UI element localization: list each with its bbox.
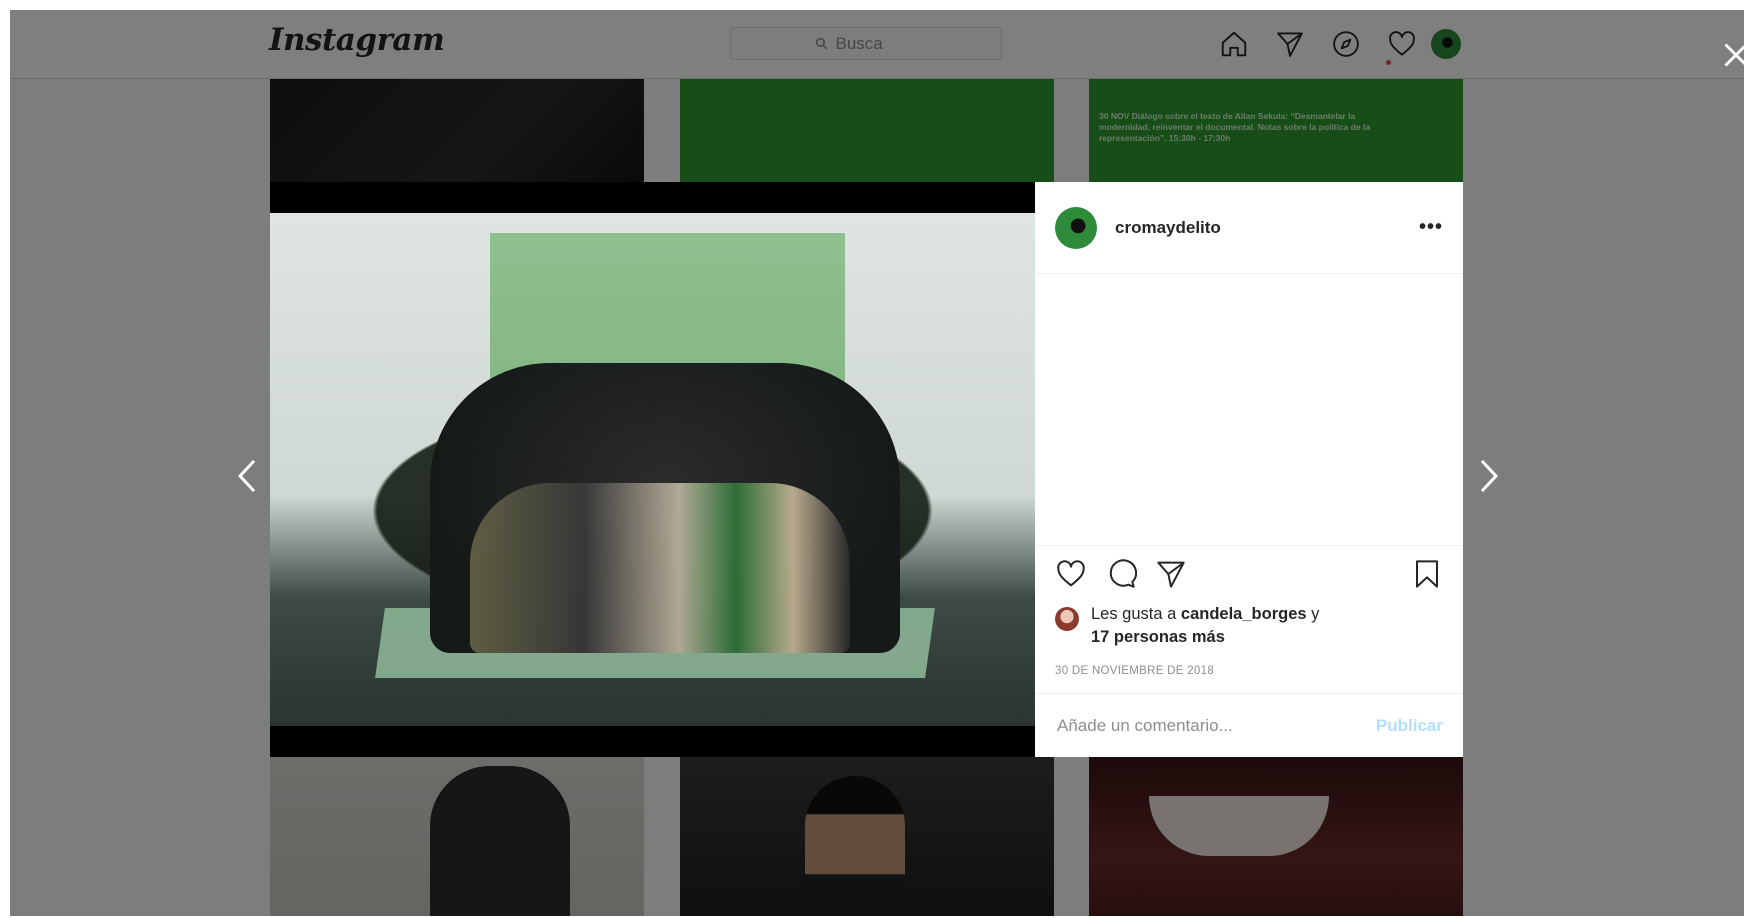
liker-username[interactable]: candela_borges [1181, 605, 1307, 623]
photo-content [470, 483, 850, 653]
likes-line: Les gusta a candela_borges y [1091, 603, 1319, 626]
post-sidebar: cromaydelito ••• Les gusta a candela_bor… [1035, 182, 1463, 757]
author-avatar[interactable] [1055, 206, 1097, 249]
comment-input[interactable] [1055, 714, 1376, 737]
close-button[interactable] [1718, 37, 1744, 73]
comments-list [1035, 275, 1463, 545]
like-icon [1057, 560, 1085, 587]
save-button[interactable] [1411, 558, 1445, 592]
action-icons [1055, 558, 1443, 598]
share-button[interactable] [1155, 558, 1189, 592]
post-date[interactable]: 30 DE NOVIEMBRE DE 2018 [1055, 665, 1214, 677]
likes-prefix: Les gusta a [1091, 605, 1181, 623]
comment-icon [1109, 559, 1138, 588]
like-button[interactable] [1055, 558, 1089, 592]
next-post-button[interactable] [1474, 456, 1504, 496]
post-modal: cromaydelito ••• Les gusta a candela_bor… [270, 182, 1463, 757]
bookmark-icon [1416, 560, 1438, 588]
comment-button[interactable] [1105, 558, 1139, 592]
comment-form: Publicar [1035, 693, 1463, 757]
close-icon [1724, 43, 1744, 67]
publish-button[interactable]: Publicar [1376, 716, 1443, 736]
share-icon [1157, 561, 1185, 588]
more-options-button[interactable]: ••• [1419, 216, 1443, 239]
chevron-left-icon [237, 459, 256, 493]
previous-post-button[interactable] [232, 456, 262, 496]
post-header: cromaydelito ••• [1035, 182, 1463, 274]
likes-conjunction: y [1306, 605, 1320, 623]
instagram-window: Instagram 30 NOV Diálogo sobre el texto … [10, 10, 1744, 916]
chevron-right-icon [1480, 459, 1499, 493]
post-actions: Les gusta a candela_borges y 17 personas… [1035, 545, 1463, 677]
liker-avatar[interactable] [1055, 607, 1079, 631]
author-username[interactable]: cromaydelito [1115, 218, 1221, 238]
likes-others-link[interactable]: 17 personas más [1091, 626, 1225, 649]
post-photo[interactable] [270, 213, 1035, 726]
post-media [270, 182, 1035, 757]
